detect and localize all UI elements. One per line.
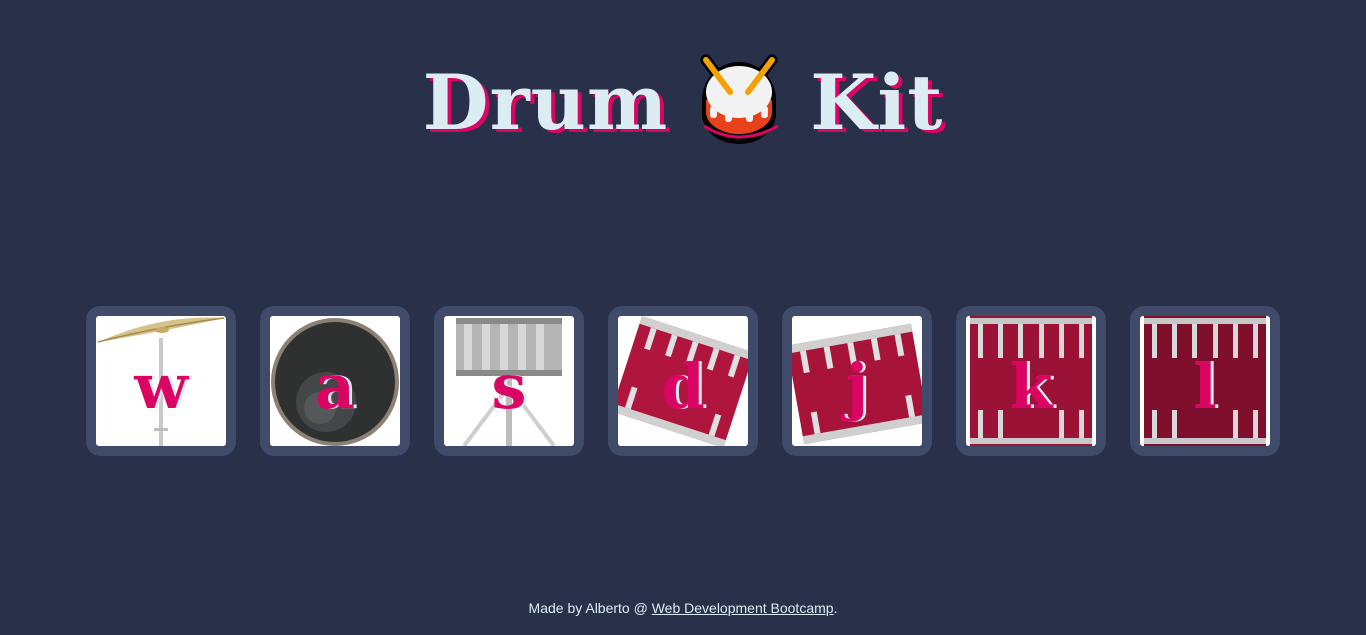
title-word-kit: Kit [810,58,944,147]
drum-face-d: d [618,316,748,446]
drum-key-label-j: j [845,350,869,423]
drum-button-k[interactable]: k [956,306,1106,456]
title-word-drum: Drum [422,58,669,147]
footer-credit-text: Made by Alberto @ [528,600,652,616]
drum-face-s: s [444,316,574,446]
drum-face-l: l [1140,316,1270,446]
drum-button-d[interactable]: d [608,306,758,456]
bootcamp-link[interactable]: Web Development Bootcamp [652,600,834,616]
drum-button-a[interactable]: a [260,306,410,456]
drum-key-label-d: d [661,350,705,423]
drum-key-label-w: w [134,350,188,423]
drum-key-label-l: l [1193,350,1217,423]
drum-face-a: a [270,316,400,446]
drum-key-label-a: a [314,350,356,423]
drum-buttons-row: w a s d j k l [86,306,1280,456]
drum-button-w[interactable]: w [86,306,236,456]
drum-face-w: w [96,316,226,446]
drum-face-j: j [792,316,922,446]
page-title: Drum Kit [0,54,1366,148]
drum-button-l[interactable]: l [1130,306,1280,456]
drum-emoji-icon [696,54,782,144]
drum-kit-page: Drum Kit w a s d j k l Made by Alberto @… [0,0,1366,635]
drum-face-k: k [966,316,1096,446]
drum-button-j[interactable]: j [782,306,932,456]
drum-key-label-k: k [1009,350,1053,423]
footer-period: . [833,600,838,616]
drum-button-s[interactable]: s [434,306,584,456]
footer: Made by Alberto @ Web Development Bootca… [0,600,1366,616]
drum-key-label-s: s [491,350,527,423]
